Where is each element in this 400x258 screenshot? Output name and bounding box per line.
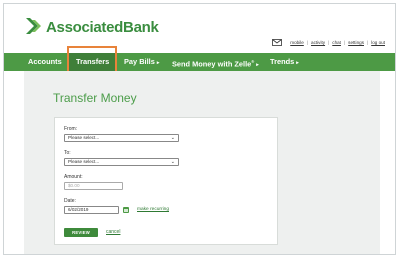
link-separator: | xyxy=(343,40,346,45)
header-link-chat[interactable]: chat xyxy=(332,40,341,45)
chevron-down-icon: ⌄ xyxy=(170,159,175,165)
site-header: AssociatedBank mobile | activity | chat … xyxy=(4,4,395,52)
nav-item-label: Accounts xyxy=(28,57,62,66)
mail-icon[interactable] xyxy=(272,39,283,46)
registered-mark: ® xyxy=(251,59,255,64)
amount-label: Amount: xyxy=(64,174,83,180)
nav-item-pay-bills[interactable]: Pay Bills ▸ xyxy=(124,53,159,71)
associated-bank-logo-icon xyxy=(24,16,44,38)
cancel-link[interactable]: cancel xyxy=(106,229,120,235)
caret-icon: ▸ xyxy=(296,60,299,66)
from-label: From: xyxy=(64,126,78,132)
header-link-activity[interactable]: activity xyxy=(311,40,325,45)
to-account-select[interactable]: Please select... ⌄ xyxy=(64,158,179,166)
nav-item-accounts[interactable]: Accounts xyxy=(28,53,62,71)
nav-item-label: Trends xyxy=(270,57,295,66)
brand-name: AssociatedBank xyxy=(46,18,159,36)
nav-item-label: Pay Bills xyxy=(124,57,155,66)
utility-links: mobile | activity | chat | settings | lo… xyxy=(272,39,387,46)
from-select-value: Please select... xyxy=(68,135,100,140)
from-account-select[interactable]: Please select... ⌄ xyxy=(64,134,179,142)
nav-item-label: Send Money with Zelle xyxy=(172,59,252,69)
review-button[interactable]: REVIEW xyxy=(64,228,98,237)
date-label: Date: xyxy=(64,198,76,204)
amount-input[interactable]: $0.00 xyxy=(64,182,123,190)
to-label: To: xyxy=(64,150,71,156)
date-value: 6/02/2019 xyxy=(68,207,89,212)
page-title: Transfer Money xyxy=(53,91,137,105)
calendar-icon[interactable] xyxy=(123,207,129,213)
browser-frame: AssociatedBank mobile | activity | chat … xyxy=(3,3,396,255)
make-recurring-link[interactable]: make recurring xyxy=(137,207,169,212)
nav-item-send-money-zelle[interactable]: Send Money with Zelle®▸ xyxy=(172,53,259,71)
link-separator: | xyxy=(367,40,369,45)
date-input[interactable]: 6/02/2019 xyxy=(64,206,119,214)
header-link-logout[interactable]: log out xyxy=(371,40,385,45)
amount-placeholder: $0.00 xyxy=(68,183,80,188)
caret-icon: ▸ xyxy=(256,62,259,69)
header-link-settings[interactable]: settings xyxy=(348,40,364,45)
caret-icon: ▸ xyxy=(156,60,160,66)
nav-item-trends[interactable]: Trends ▸ xyxy=(270,53,299,71)
chevron-down-icon: ⌄ xyxy=(170,135,175,141)
header-link-mobile[interactable]: mobile xyxy=(290,40,304,45)
to-select-value: Please select... xyxy=(68,159,100,164)
link-separator: | xyxy=(306,40,309,45)
link-separator: | xyxy=(328,40,330,45)
brand-logo[interactable]: AssociatedBank xyxy=(24,16,159,38)
